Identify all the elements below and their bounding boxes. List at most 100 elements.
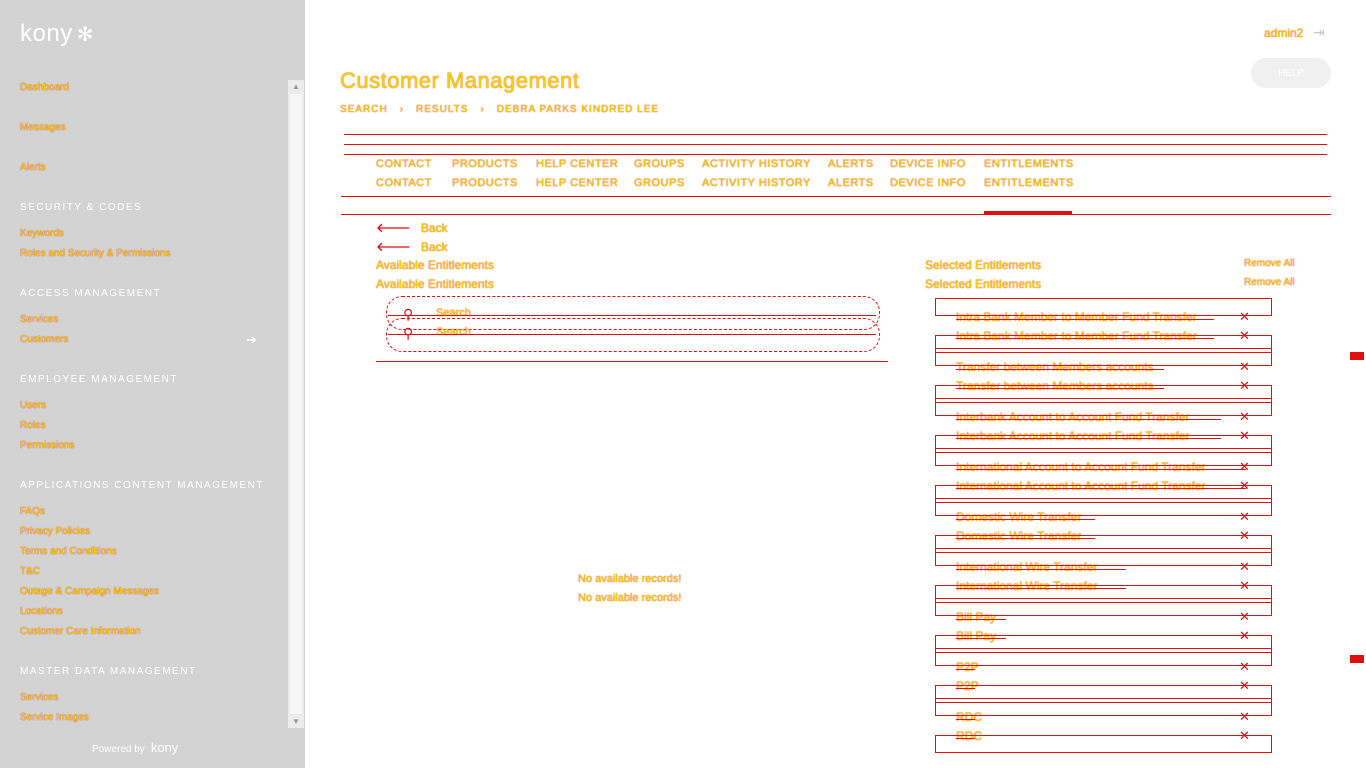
sidebar-item[interactable]: Terms and Conditions <box>20 546 117 557</box>
sidebar-section-header: APPLICATIONS CONTENT MANAGEMENT <box>20 480 264 491</box>
entitlement-row <box>935 735 1272 753</box>
entitlement-strike <box>956 619 1007 620</box>
page-title: Customer Management <box>340 68 580 93</box>
tab-device-info[interactable]: DEVICE INFO <box>890 158 966 170</box>
arrow-left-icon: 🡐 <box>376 239 411 254</box>
powered-by: Powered by kony <box>92 740 179 755</box>
available-title: Available Entitlements <box>376 258 494 272</box>
sidebar-item[interactable]: Permissions <box>20 440 74 451</box>
tab-groups[interactable]: GROUPS <box>634 158 685 170</box>
tab-entitlements[interactable]: ENTITLEMENTS <box>984 177 1074 189</box>
search-placeholder: Search <box>436 326 471 338</box>
sidebar-item[interactable]: Customer Care Information <box>20 626 141 637</box>
tab-products[interactable]: PRODUCTS <box>452 158 518 170</box>
sidebar-item[interactable]: Messages <box>20 122 66 133</box>
sidebar-item[interactable]: Privacy Policies <box>20 526 90 537</box>
available-title: Available Entitlements <box>376 277 494 291</box>
tab-contact[interactable]: CONTACT <box>376 158 432 170</box>
divider <box>388 334 876 335</box>
kony-burst-icon: ✻ <box>76 24 94 46</box>
search-placeholder: Search <box>436 307 471 319</box>
breadcrumb-results[interactable]: RESULTS <box>416 104 468 115</box>
sidebar-item[interactable]: FAQs <box>20 506 45 517</box>
entitlement-row <box>935 648 1272 666</box>
entitlement-row <box>935 448 1272 466</box>
active-tab-indicator <box>984 211 1072 214</box>
sidebar-section-header: ACCESS MANAGEMENT <box>20 288 162 299</box>
divider <box>341 214 1331 215</box>
entitlement-row <box>935 498 1272 516</box>
entitlement-strike <box>956 469 1246 470</box>
tab-device-info[interactable]: DEVICE INFO <box>890 177 966 189</box>
chevron-right-icon: › <box>480 104 485 115</box>
sidebar-item[interactable]: Locations <box>20 606 63 617</box>
divider <box>344 144 1327 145</box>
entitlement-row <box>935 548 1272 566</box>
tab-contact[interactable]: CONTACT <box>376 177 432 189</box>
entitlement-strike <box>956 419 1221 420</box>
sidebar-item[interactable]: T&C <box>20 566 40 577</box>
tab-alerts[interactable]: ALERTS <box>828 177 874 189</box>
entitlement-strike <box>956 319 1215 320</box>
sidebar-section-header: EMPLOYEE MANAGEMENT <box>20 374 178 385</box>
sidebar-item[interactable]: Outage & Campaign Messages <box>20 586 159 597</box>
entitlement-row <box>935 698 1272 716</box>
divider <box>376 361 888 362</box>
tab-help-center[interactable]: HELP CENTER <box>536 158 618 170</box>
entitlement-row <box>935 298 1272 316</box>
sidebar-item[interactable]: Services <box>20 314 58 325</box>
empty-message: No available records! <box>578 592 682 604</box>
entitlement-row <box>935 398 1272 416</box>
scroll-thumb[interactable] <box>290 94 302 714</box>
sidebar: kony ✻ Dashboard Messages Alerts SECURITY & … <box>0 0 305 768</box>
sidebar-item[interactable]: Keywords <box>20 228 64 239</box>
divider <box>344 154 1327 155</box>
logout-icon[interactable]: ⇥ <box>1313 24 1329 40</box>
tab-help-center[interactable]: HELP CENTER <box>536 177 618 189</box>
breadcrumb-customer: DEBRA PARKS KINDRED LEE <box>496 104 660 115</box>
entitlement-row <box>935 598 1272 616</box>
tab-groups[interactable]: GROUPS <box>634 177 685 189</box>
entitlement-strike <box>956 519 1095 520</box>
sidebar-item[interactable]: Roles <box>20 420 46 431</box>
arrow-left-icon: 🡐 <box>376 220 411 235</box>
help-button[interactable]: HELP <box>1251 58 1331 88</box>
divider <box>344 134 1327 135</box>
sidebar-item[interactable]: Roles and Security & Permissions <box>20 248 171 259</box>
selected-title: Selected Entitlements <box>925 258 1042 272</box>
kony-logo: kony ✻ <box>20 20 94 47</box>
sidebar-item[interactable]: Services <box>20 692 58 703</box>
chevron-right-icon: › <box>399 104 405 115</box>
remove-all-button[interactable]: Remove All <box>1244 277 1295 288</box>
sidebar-item[interactable]: Service Images <box>20 712 89 723</box>
breadcrumb: SEARCH › RESULTS › DEBRA PARKS KINDRED LEE <box>340 104 659 115</box>
arrow-right-icon: ➔ <box>246 332 257 347</box>
entitlement-strike <box>956 569 1127 570</box>
scroll-up-icon[interactable]: ▲ <box>292 82 300 91</box>
tab-products[interactable]: PRODUCTS <box>452 177 518 189</box>
sidebar-section-header: MASTER DATA MANAGEMENT <box>20 666 197 677</box>
sidebar-scrollbar[interactable]: ▲ ▼ <box>288 80 304 728</box>
breadcrumb-search[interactable]: SEARCH <box>340 104 388 115</box>
sidebar-item[interactable]: Dashboard <box>20 82 69 93</box>
scroll-marker <box>1350 655 1364 663</box>
user-name[interactable]: admin2 <box>1264 26 1303 40</box>
remove-all-button[interactable]: Remove All <box>1244 258 1295 269</box>
empty-message: No available records! <box>578 573 682 585</box>
scroll-down-icon[interactable]: ▼ <box>292 717 300 726</box>
entitlement-row <box>935 348 1272 366</box>
sidebar-item[interactable]: Customers <box>20 334 68 345</box>
sidebar-item[interactable]: Alerts <box>20 162 46 173</box>
tab-alerts[interactable]: ALERTS <box>828 158 874 170</box>
tab-activity-history[interactable]: ACTIVITY HISTORY <box>702 158 811 170</box>
sidebar-menu: Dashboard Messages Alerts SECURITY & CODES K… <box>0 80 288 728</box>
sidebar-item[interactable]: Users <box>20 400 46 411</box>
back-button[interactable]: 🡐 Back <box>376 220 448 236</box>
selected-title: Selected Entitlements <box>925 277 1042 291</box>
tab-activity-history[interactable]: ACTIVITY HISTORY <box>702 177 811 189</box>
divider <box>341 196 1331 197</box>
tab-entitlements[interactable]: ENTITLEMENTS <box>984 158 1074 170</box>
back-button[interactable]: 🡐 Back <box>376 239 448 255</box>
entitlement-strike <box>956 719 975 720</box>
entitlement-strike <box>956 669 975 670</box>
